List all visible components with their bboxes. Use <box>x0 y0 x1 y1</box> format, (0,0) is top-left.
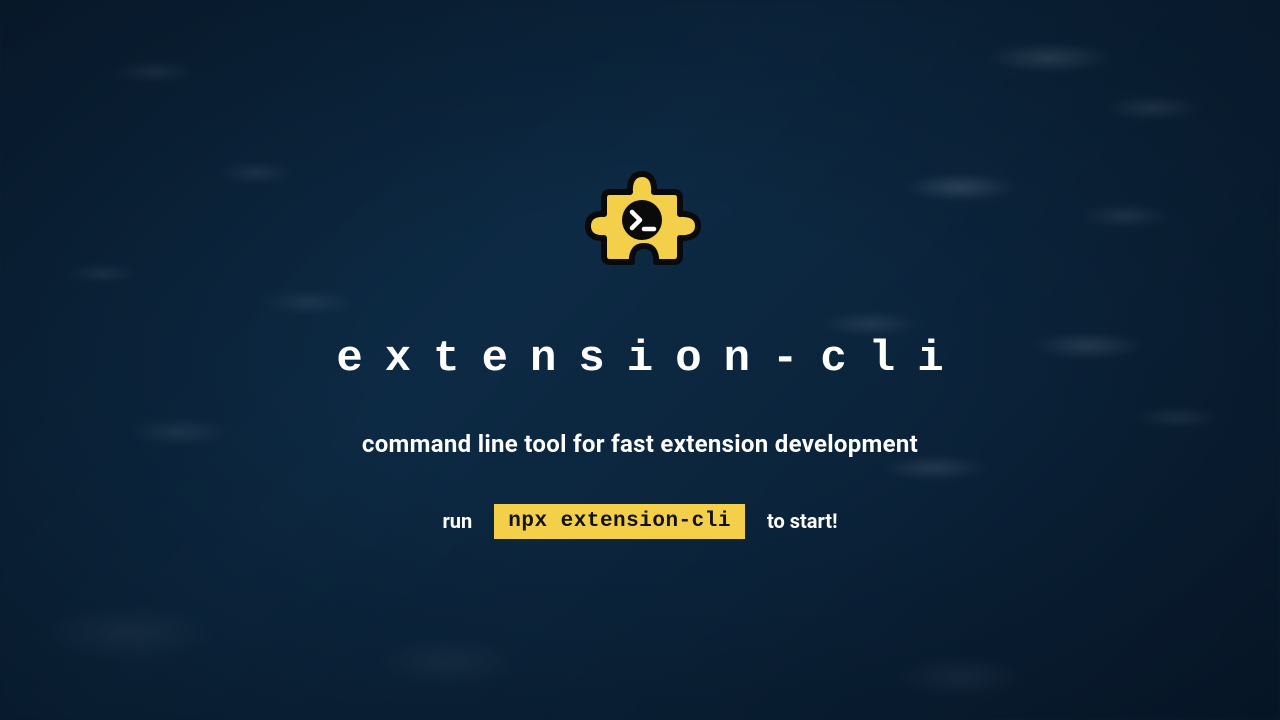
hero-content: extension-cli command line tool for fast… <box>0 0 1280 720</box>
run-prefix: run <box>442 509 472 533</box>
run-instruction: run npx extension-cli to start! <box>442 504 837 539</box>
page-title: extension-cli <box>314 334 965 384</box>
command-snippet: npx extension-cli <box>494 504 745 539</box>
run-suffix: to start! <box>767 509 838 533</box>
subtitle: command line tool for fast extension dev… <box>362 430 918 458</box>
puzzle-piece-terminal-icon <box>570 152 710 296</box>
